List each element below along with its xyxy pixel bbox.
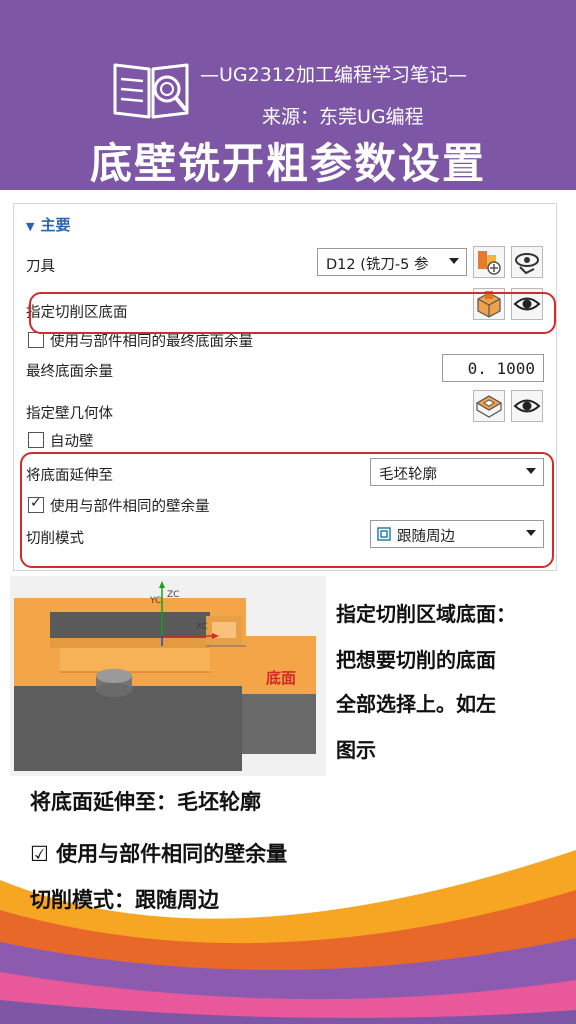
section-main-header[interactable]: ▼ 主要 <box>26 214 70 235</box>
part-model-preview: YC ZC XC 底面 <box>10 576 326 776</box>
page-title: 底壁铣开粗参数设置 <box>89 139 486 188</box>
wall-geometry-label: 指定壁几何体 <box>26 406 113 422</box>
auto-wall-label: 自动壁 <box>50 434 94 450</box>
tool-select-value: D12 (铣刀-5 参 <box>326 257 429 273</box>
note-line-1: 指定切削区域底面： <box>336 602 516 626</box>
note-line-3: 全部选择上。如左 <box>336 692 496 716</box>
book-search-icon <box>113 63 189 119</box>
decorative-waves <box>0 850 576 1024</box>
highlight-extend-settings <box>20 452 554 568</box>
source-text: 来源：东莞UG编程 <box>262 106 424 128</box>
same-floor-stock-checkbox[interactable] <box>28 332 44 348</box>
bottom-note-extend: 将底面延伸至：毛坯轮廓 <box>30 790 261 814</box>
edit-tool-button[interactable] <box>511 246 543 278</box>
select-wall-button[interactable] <box>473 390 505 422</box>
show-wall-button[interactable] <box>511 390 543 422</box>
axis-label-xc: XC <box>196 622 208 632</box>
final-floor-stock-input[interactable]: 0. 1000 <box>442 354 544 382</box>
edit-display-icon <box>515 253 539 275</box>
tool-select[interactable]: D12 (铣刀-5 参 <box>317 248 467 276</box>
floor-face-label: 底面 <box>266 669 297 687</box>
bottom-note-cut-pattern: 切削模式：跟随周边 <box>30 888 219 912</box>
highlight-cut-area <box>29 292 556 334</box>
note-line-2: 把想要切削的底面 <box>336 648 496 672</box>
operation-dialog-panel: ▼ 主要 刀具 D12 (铣刀-5 参 指定切削区底面 使用与部件相同的最终底面… <box>13 203 557 571</box>
new-tool-icon <box>478 251 501 275</box>
chevron-down-icon <box>449 258 459 264</box>
axis-label-yc: YC <box>150 596 162 606</box>
section-main-label: 主要 <box>40 216 71 234</box>
series-subtitle: —UG2312加工编程学习笔记— <box>200 64 467 86</box>
axis-label-zc: ZC <box>167 590 180 600</box>
collapse-triangle-icon[interactable]: ▼ <box>26 220 34 233</box>
tool-label: 刀具 <box>26 259 55 275</box>
note-line-4: 图示 <box>336 738 376 762</box>
final-floor-stock-label: 最终底面余量 <box>26 364 113 380</box>
auto-wall-checkbox[interactable] <box>28 432 44 448</box>
wall-geometry-icon <box>475 395 503 418</box>
eye-icon <box>513 399 541 413</box>
bottom-note-wall-stock: ☑ 使用与部件相同的壁余量 <box>30 842 288 866</box>
header-banner: —UG2312加工编程学习笔记— 来源：东莞UG编程 底壁铣开粗参数设置 <box>0 0 576 190</box>
new-tool-button[interactable] <box>473 246 505 278</box>
